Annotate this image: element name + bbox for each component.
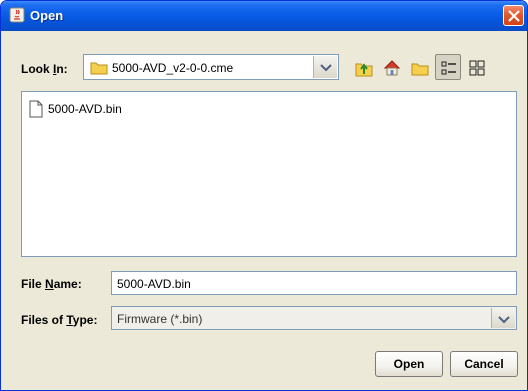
cancel-button[interactable]: Cancel [450, 351, 518, 377]
file-list[interactable]: 5000-AVD.bin [21, 91, 517, 257]
look-in-value: 5000-AVD_v2-0-0.cme [112, 61, 234, 75]
file-name-label: File Name: [21, 277, 82, 291]
home-icon [383, 60, 401, 76]
details-view-icon [469, 60, 485, 76]
file-type-dropdown-button[interactable] [491, 308, 515, 328]
new-folder-icon [411, 63, 429, 76]
look-in-label: Look In: [21, 62, 68, 76]
chevron-down-icon [498, 316, 510, 324]
open-dialog: Open Look In: 5000-AVD_v2-0-0.cme 5000-A… [0, 0, 528, 391]
list-view-button[interactable] [435, 54, 461, 80]
java-app-icon [9, 7, 25, 23]
chevron-down-icon [320, 64, 332, 72]
file-type-label: Files of Type: [21, 313, 98, 327]
look-in-combo[interactable]: 5000-AVD_v2-0-0.cme [83, 54, 339, 80]
file-type-value: Firmware (*.bin) [117, 312, 203, 326]
file-type-combo[interactable]: Firmware (*.bin) [111, 306, 517, 330]
file-name: 5000-AVD.bin [48, 102, 122, 116]
file-name-field[interactable]: 5000-AVD.bin [111, 271, 517, 295]
file-name-value: 5000-AVD.bin [117, 277, 191, 291]
open-button[interactable]: Open [375, 351, 443, 377]
file-icon [29, 100, 43, 118]
folder-icon [90, 62, 108, 75]
up-one-level-button[interactable] [350, 54, 376, 80]
close-button[interactable] [503, 5, 524, 26]
new-folder-button[interactable] [406, 54, 432, 80]
up-folder-icon [355, 63, 373, 77]
details-view-button[interactable] [463, 54, 489, 80]
close-icon [508, 10, 520, 22]
look-in-dropdown-button[interactable] [313, 56, 337, 78]
title-bar[interactable]: Open [1, 1, 527, 31]
list-view-icon [441, 61, 456, 75]
window-title: Open [30, 8, 64, 23]
home-button[interactable] [378, 54, 404, 80]
